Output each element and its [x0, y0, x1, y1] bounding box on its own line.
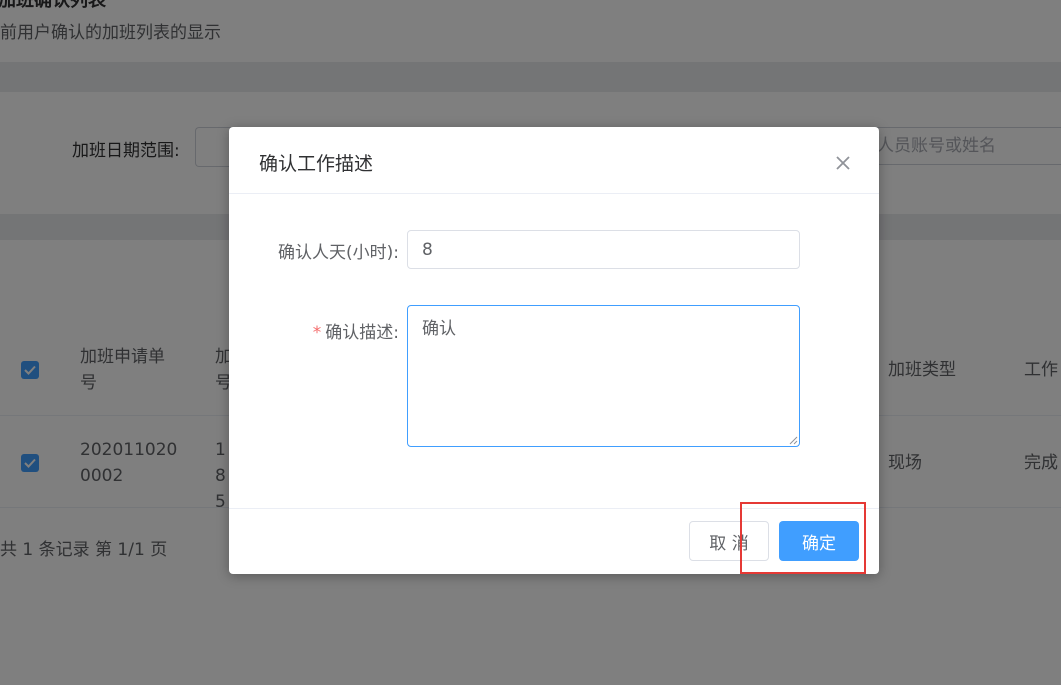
description-label: * 确认描述: — [229, 318, 399, 343]
required-asterisk: * — [312, 323, 322, 343]
hours-label: 确认人天(小时): — [278, 243, 399, 263]
description-label-text: 确认描述: — [325, 323, 399, 343]
description-textarea[interactable]: 确认 — [407, 305, 800, 447]
hours-input[interactable]: 8 — [407, 230, 800, 269]
highlight-annotation — [740, 502, 866, 574]
resize-handle-icon[interactable] — [789, 436, 798, 445]
dialog-header: 确认工作描述 — [229, 127, 879, 194]
close-button[interactable] — [831, 151, 855, 175]
close-icon — [836, 156, 850, 170]
dialog-title: 确认工作描述 — [259, 153, 374, 175]
